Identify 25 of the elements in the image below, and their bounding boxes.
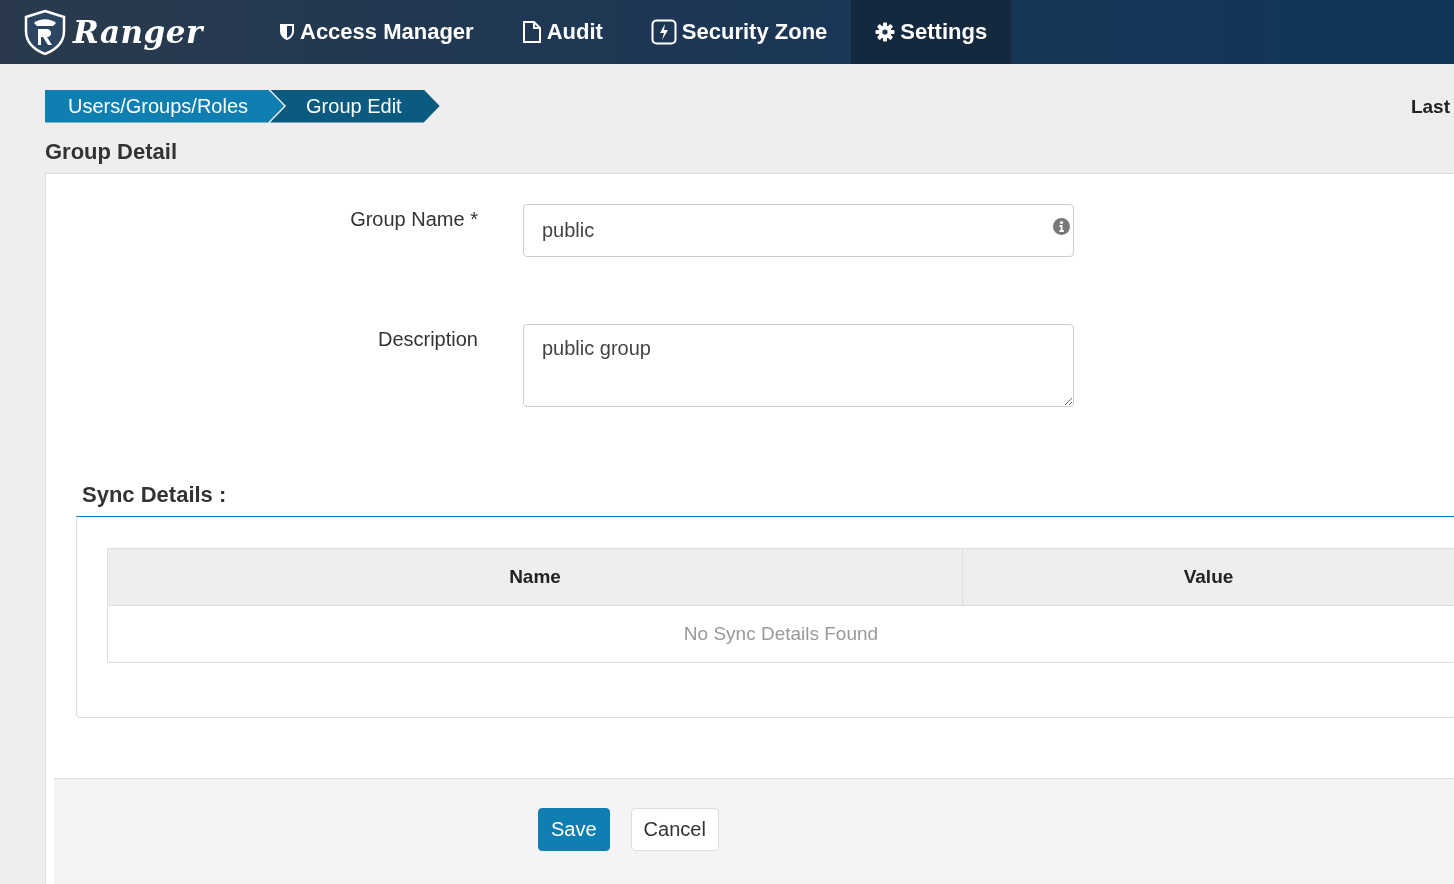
column-header: Name: [107, 548, 963, 606]
brand-name[interactable]: Ranger: [73, 14, 203, 50]
nav-tab[interactable]: Security Zone: [626, 0, 852, 64]
breadcrumb-link[interactable]: Users/Groups/Roles: [45, 89, 285, 123]
section-title: Sync Details :: [82, 482, 227, 508]
bolt-icon: [650, 19, 677, 45]
nav-tab[interactable]: Audit: [497, 0, 627, 64]
settings-icon: [875, 22, 896, 42]
last-updated-label: Last: [1410, 96, 1450, 118]
file-icon: [521, 21, 542, 43]
page-title: Group Detail: [45, 138, 178, 166]
nav-tab[interactable]: Settings: [851, 0, 1012, 64]
info-icon[interactable]: [1053, 218, 1070, 235]
description-field[interactable]: public group: [523, 324, 1074, 407]
nav-tab[interactable]: Access Manager: [255, 0, 498, 64]
shield-icon: [279, 23, 295, 41]
logo-icon: [23, 9, 67, 55]
field-label: Description: [376, 327, 478, 351]
column-header: Value: [962, 548, 1454, 606]
save-button[interactable]: Save: [538, 808, 610, 851]
field-label: Group Name *: [349, 207, 478, 231]
empty-message: No Sync Details Found: [107, 605, 1454, 663]
breadcrumb-link[interactable]: Group Edit: [270, 89, 440, 123]
cancel-button[interactable]: Cancel: [630, 808, 719, 851]
group-name-field[interactable]: public: [523, 204, 1074, 257]
